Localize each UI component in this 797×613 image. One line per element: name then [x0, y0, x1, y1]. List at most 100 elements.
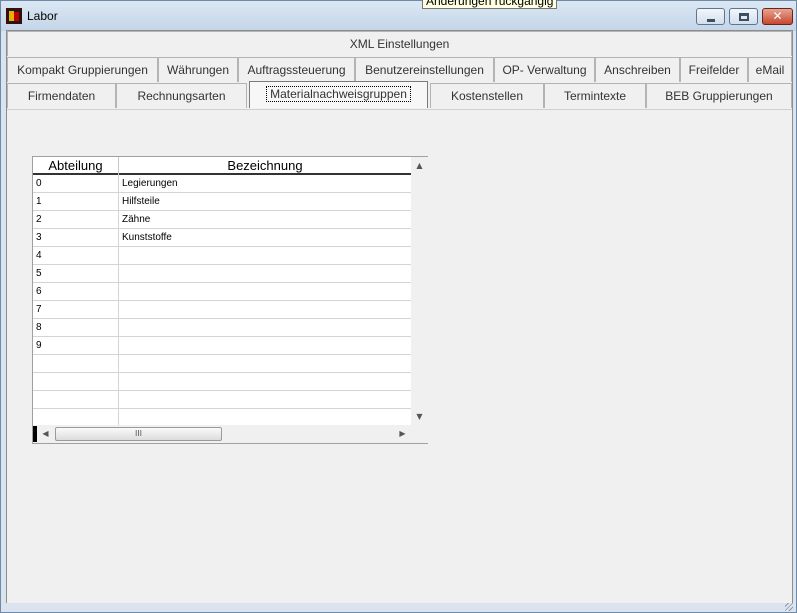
cell-abteilung[interactable]: 9 — [33, 337, 119, 354]
cell-abteilung[interactable] — [33, 355, 119, 372]
title-bar[interactable]: Labor Änderungen rückgängig ✕ — [1, 0, 796, 31]
cell-bezeichnung[interactable] — [119, 283, 411, 300]
tab-label: Kompakt Gruppierungen — [17, 63, 148, 77]
cell-abteilung[interactable]: 5 — [33, 265, 119, 282]
tab-label: Firmendaten — [27, 89, 96, 103]
scroll-left-icon[interactable]: ◀ — [37, 425, 54, 443]
cell-bezeichnung[interactable]: Zähne — [119, 211, 411, 228]
cell-bezeichnung[interactable]: Legierungen — [119, 175, 411, 192]
tab-label: XML Einstellungen — [349, 37, 450, 51]
cell-bezeichnung[interactable]: Hilfsteile — [119, 193, 411, 210]
cell-abteilung[interactable]: 8 — [33, 319, 119, 336]
scroll-up-icon[interactable]: ▲ — [411, 157, 428, 174]
horizontal-scrollbar[interactable]: ◀ III ▶ — [33, 425, 411, 443]
cell-abteilung[interactable]: 1 — [33, 193, 119, 210]
undo-tooltip: Änderungen rückgängig — [422, 0, 558, 9]
tab-row-1: Kompakt Gruppierungen Währungen Auftrags… — [7, 57, 792, 82]
tab-label: Freifelder — [688, 63, 740, 77]
cell-abteilung[interactable]: 7 — [33, 301, 119, 318]
cell-bezeichnung[interactable] — [119, 337, 411, 354]
tab-auftragssteuerung[interactable]: Auftragssteuerung — [238, 57, 355, 82]
cell-bezeichnung[interactable] — [119, 373, 411, 390]
table-row[interactable]: 1 Hilfsteile — [33, 193, 411, 211]
cell-bezeichnung[interactable] — [119, 409, 411, 426]
table-row[interactable]: 4 — [33, 247, 411, 265]
tab-label: Kostenstellen — [450, 89, 524, 103]
tab-kostenstellen[interactable]: Kostenstellen — [430, 83, 544, 108]
scroll-thumb[interactable]: III — [55, 427, 222, 441]
app-icon[interactable] — [6, 8, 22, 24]
tab-rechnungsarten[interactable]: Rechnungsarten — [116, 83, 247, 108]
tab-label: eMail — [755, 63, 785, 77]
tab-termintexte[interactable]: Termintexte — [544, 83, 646, 108]
tab-benutzereinstellungen[interactable]: Benutzereinstellungen — [355, 57, 494, 82]
close-button[interactable]: ✕ — [762, 8, 793, 25]
cell-bezeichnung[interactable] — [119, 247, 411, 264]
tab-label: Anschreiben — [604, 63, 671, 77]
tab-waehrungen[interactable]: Währungen — [158, 57, 238, 82]
table-row[interactable]: 5 — [33, 265, 411, 283]
tab-label: BEB Gruppierungen — [665, 89, 773, 103]
column-header-bezeichnung[interactable]: Bezeichnung — [119, 157, 411, 175]
tab-content: Abteilung Bezeichnung 0 Legierungen 1 Hilfs… — [7, 109, 792, 605]
scroll-down-icon[interactable]: ▼ — [411, 408, 428, 425]
material-groups-grid[interactable]: Abteilung Bezeichnung 0 Legierungen 1 Hilfs… — [32, 156, 428, 444]
scrollbar-corner — [411, 425, 428, 443]
window: Labor Änderungen rückgängig ✕ XML Einste… — [0, 0, 797, 613]
tab-op-verwaltung[interactable]: OP- Verwaltung — [494, 57, 595, 82]
cell-bezeichnung[interactable] — [119, 319, 411, 336]
tab-label: Rechnungsarten — [137, 89, 226, 103]
tab-freifelder[interactable]: Freifelder — [680, 57, 748, 82]
minimize-button[interactable] — [696, 8, 725, 25]
cell-bezeichnung[interactable]: Kunststoffe — [119, 229, 411, 246]
table-row[interactable] — [33, 355, 411, 373]
status-bar — [1, 603, 796, 612]
tab-materialnachweisgruppen[interactable]: Materialnachweisgruppen — [249, 81, 428, 108]
tab-xml-einstellungen[interactable]: XML Einstellungen — [7, 31, 792, 56]
cell-abteilung[interactable] — [33, 373, 119, 390]
table-row[interactable]: 7 — [33, 301, 411, 319]
tab-label: OP- Verwaltung — [502, 63, 587, 77]
resize-grip-icon[interactable] — [785, 603, 793, 611]
tab-beb-gruppierungen[interactable]: BEB Gruppierungen — [646, 83, 792, 108]
table-row[interactable]: 8 — [33, 319, 411, 337]
tab-email[interactable]: eMail — [748, 57, 792, 82]
maximize-icon — [739, 13, 749, 21]
cell-abteilung[interactable]: 6 — [33, 283, 119, 300]
cell-abteilung[interactable]: 4 — [33, 247, 119, 264]
maximize-button[interactable] — [729, 8, 758, 25]
tab-row-2: Firmendaten Rechnungsarten Materialnachw… — [7, 81, 792, 108]
table-row[interactable]: 0 Legierungen — [33, 175, 411, 193]
column-header-abteilung[interactable]: Abteilung — [33, 157, 119, 175]
table-row[interactable]: 9 — [33, 337, 411, 355]
settings-panel: XML Einstellungen Kompakt Gruppierungen … — [6, 30, 793, 606]
table-row[interactable] — [33, 373, 411, 391]
close-icon: ✕ — [772, 9, 783, 23]
cell-abteilung[interactable] — [33, 409, 119, 426]
cell-abteilung[interactable]: 3 — [33, 229, 119, 246]
tab-kompakt-gruppierungen[interactable]: Kompakt Gruppierungen — [7, 57, 158, 82]
grid-rows: 0 Legierungen 1 Hilfsteile 2 Zähne 3 Kunststoff… — [33, 175, 411, 427]
table-row[interactable] — [33, 391, 411, 409]
cell-abteilung[interactable]: 2 — [33, 211, 119, 228]
vertical-scrollbar[interactable]: ▲ ▼ — [411, 157, 428, 425]
cell-bezeichnung[interactable] — [119, 355, 411, 372]
table-row[interactable]: 2 Zähne — [33, 211, 411, 229]
cell-abteilung[interactable]: 0 — [33, 175, 119, 192]
cell-bezeichnung[interactable] — [119, 301, 411, 318]
tab-label: Benutzereinstellungen — [365, 63, 484, 77]
tab-label: Termintexte — [563, 89, 627, 103]
window-title: Labor — [27, 9, 58, 23]
table-row[interactable]: 3 Kunststoffe — [33, 229, 411, 247]
cell-bezeichnung[interactable] — [119, 265, 411, 282]
tab-anschreiben[interactable]: Anschreiben — [595, 57, 680, 82]
cell-abteilung[interactable] — [33, 391, 119, 408]
tab-label: Materialnachweisgruppen — [266, 86, 411, 102]
scroll-right-icon[interactable]: ▶ — [394, 425, 411, 443]
tab-label: Währungen — [166, 63, 230, 77]
cell-bezeichnung[interactable] — [119, 391, 411, 408]
grid-header: Abteilung Bezeichnung — [33, 157, 411, 175]
tab-firmendaten[interactable]: Firmendaten — [7, 83, 116, 108]
tab-row-xml: XML Einstellungen — [7, 31, 792, 56]
table-row[interactable]: 6 — [33, 283, 411, 301]
